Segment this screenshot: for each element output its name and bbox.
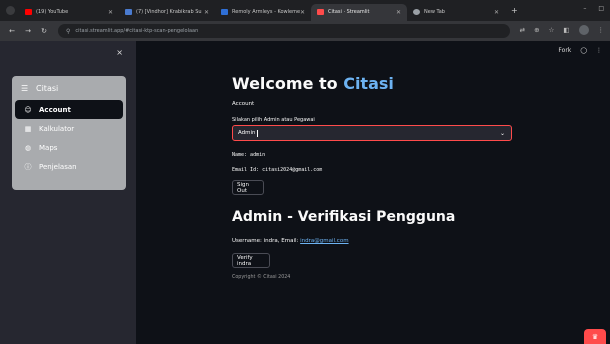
- globe-icon: ◍: [24, 143, 32, 152]
- calculator-icon: ▦: [24, 124, 32, 133]
- verify-user-button[interactable]: Verify indra: [232, 253, 270, 268]
- sidebar-item-label: Account: [39, 105, 71, 114]
- user-circle-icon: ☺: [24, 105, 32, 114]
- sidebar-item-label: Maps: [39, 143, 58, 152]
- extensions-icon[interactable]: ◧: [563, 26, 569, 34]
- address-bar[interactable]: ⚲ citasi.streamlit.app/#citasi-ktp-scan-…: [58, 24, 510, 38]
- sign-out-button[interactable]: Sign Out: [232, 180, 264, 195]
- github-icon[interactable]: ◯: [580, 47, 587, 54]
- tab-title: Citasi · Streamlit: [328, 9, 370, 15]
- chrome-icon: [413, 9, 420, 15]
- site-info-icon[interactable]: ⚲: [66, 28, 70, 35]
- text-cursor: [256, 129, 258, 137]
- account-subheading: Account: [232, 101, 255, 107]
- browser-tools: ⇄ ⊕ ☆ ◧ ⋮: [520, 25, 604, 35]
- sidebar-item-label: Penjelasan: [39, 162, 77, 171]
- page-title: Welcome to Citasi: [232, 74, 394, 93]
- close-tab-icon[interactable]: ✕: [396, 9, 401, 16]
- title-prefix: Welcome to: [232, 74, 344, 93]
- info-icon: ⓘ: [24, 162, 32, 171]
- window-controls: – □: [583, 5, 604, 12]
- translate-icon[interactable]: ⇄: [520, 26, 525, 34]
- role-select-value: Admin: [238, 130, 256, 136]
- menu-header: ☰ Citasi: [12, 76, 126, 100]
- bookmark-star-icon[interactable]: ☆: [549, 26, 555, 34]
- app-header-actions: Fork ◯ ⋮: [558, 47, 602, 54]
- option-menu: ☰ Citasi ☺ Account ▦ Kalkulator ◍ Maps ⓘ…: [12, 76, 126, 190]
- role-select[interactable]: Admin ⌄: [232, 125, 512, 141]
- streamlit-icon: [317, 9, 324, 15]
- browser-toolbar: ← → ↻ ⚲ citasi.streamlit.app/#citasi-ktp…: [0, 21, 610, 41]
- browser-tab-2[interactable]: (7) [Vindhor] Krabikrab Su ✕: [119, 4, 215, 21]
- menu-title: Citasi: [36, 83, 59, 93]
- email-text: Email Id: citasi2024@gmail.com: [232, 167, 323, 173]
- sidebar-item-maps[interactable]: ◍ Maps: [15, 138, 123, 157]
- close-tab-icon[interactable]: ✕: [300, 9, 305, 16]
- browser-tab-citasi[interactable]: Citasi · Streamlit ✕: [311, 3, 407, 21]
- sidebar: × ☰ Citasi ☺ Account ▦ Kalkulator ◍ Maps…: [0, 41, 136, 344]
- browser-tab-new[interactable]: New Tab ✕: [407, 4, 505, 21]
- site-icon: [125, 9, 132, 15]
- browser-tab-bar: (19) YouTube ✕ (7) [Vindhor] Krabikrab S…: [0, 0, 610, 21]
- app-area: × ☰ Citasi ☺ Account ▦ Kalkulator ◍ Maps…: [0, 41, 610, 344]
- role-select-label: Silakan pilih Admin atau Pegawai: [232, 117, 315, 123]
- tab-title: New Tab: [424, 9, 445, 15]
- maximize-icon[interactable]: □: [598, 5, 604, 12]
- close-tab-icon[interactable]: ✕: [108, 9, 113, 16]
- minimize-icon[interactable]: –: [583, 5, 586, 12]
- title-brand: Citasi: [343, 74, 394, 93]
- streamlit-badge[interactable]: ♛: [584, 329, 606, 344]
- url-text: citasi.streamlit.app/#citasi-ktp-scan-pe…: [75, 28, 199, 34]
- pending-user-email-link[interactable]: indra@gmail.com: [300, 238, 348, 244]
- tab-title: Remoly Armleys - Kowleme: [232, 9, 301, 15]
- sidebar-item-label: Kalkulator: [39, 124, 75, 133]
- tab-title: (7) [Vindhor] Krabikrab Su: [136, 9, 202, 15]
- window-menu-icon[interactable]: [6, 6, 15, 15]
- browser-tab-youtube[interactable]: (19) YouTube ✕: [19, 4, 119, 21]
- close-tab-icon[interactable]: ✕: [204, 9, 209, 16]
- sidebar-item-penjelasan[interactable]: ⓘ Penjelasan: [15, 157, 123, 176]
- pending-user-line: Username: indra, Email: indra@gmail.com: [232, 238, 349, 244]
- section-title: Admin - Verifikasi Pengguna: [232, 209, 456, 225]
- browser-menu-icon[interactable]: ⋮: [598, 26, 605, 34]
- name-text: Name: admin: [232, 152, 266, 158]
- browser-tab-3[interactable]: Remoly Armleys - Kowleme ✕: [215, 4, 311, 21]
- youtube-icon: [25, 9, 32, 15]
- app-menu-icon[interactable]: ⋮: [596, 47, 602, 54]
- reload-icon[interactable]: ↻: [40, 27, 48, 35]
- new-tab-icon[interactable]: +: [511, 6, 518, 15]
- copyright-text: Copyright © Citasi 2024: [232, 275, 291, 280]
- chevron-down-icon: ⌄: [499, 129, 505, 137]
- back-arrow-icon[interactable]: ←: [8, 27, 16, 35]
- forward-arrow-icon[interactable]: →: [24, 27, 32, 35]
- profile-avatar[interactable]: [578, 25, 589, 35]
- fork-button[interactable]: Fork: [558, 47, 571, 54]
- sidebar-item-kalkulator[interactable]: ▦ Kalkulator: [15, 119, 123, 138]
- tab-title: (19) YouTube: [36, 9, 69, 15]
- crown-icon: ♛: [591, 332, 599, 341]
- sidebar-item-account[interactable]: ☺ Account: [15, 100, 123, 119]
- close-sidebar-icon[interactable]: ×: [116, 48, 123, 57]
- install-icon[interactable]: ⊕: [534, 26, 539, 34]
- site-icon: [221, 9, 228, 15]
- close-tab-icon[interactable]: ✕: [494, 9, 499, 16]
- menu-list-icon: ☰: [21, 83, 29, 93]
- pending-user-text: Username: indra, Email:: [232, 238, 301, 244]
